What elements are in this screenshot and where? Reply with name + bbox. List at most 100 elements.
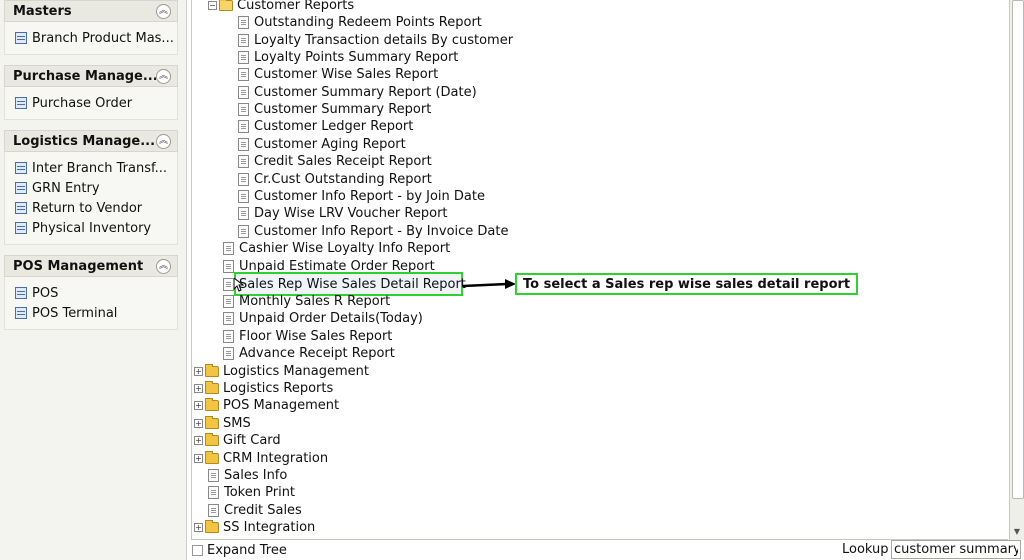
- tree-item-report[interactable]: Loyalty Points Summary Report: [238, 49, 458, 66]
- form-icon: [15, 32, 27, 44]
- document-icon: [238, 190, 249, 203]
- tree-item-report[interactable]: Advance Receipt Report: [223, 345, 395, 362]
- tree-node-label: SMS: [223, 416, 251, 431]
- expand-node-icon[interactable]: +: [194, 384, 203, 393]
- document-icon: [238, 225, 249, 238]
- tree-item-credit-sales[interactable]: Credit Sales: [208, 502, 302, 519]
- mouse-cursor-icon: [234, 278, 244, 292]
- scroll-down-icon[interactable]: ▼: [1011, 526, 1023, 538]
- tree-folder-crm-integration[interactable]: + CRM Integration: [194, 450, 328, 467]
- form-icon: [15, 202, 27, 214]
- form-icon: [15, 162, 27, 174]
- document-icon: [238, 120, 249, 133]
- expand-node-icon[interactable]: +: [194, 401, 203, 410]
- folder-icon: [205, 451, 219, 464]
- tree-node-label: Customer Aging Report: [254, 137, 406, 152]
- panel-header-pos[interactable]: POS Management ︽: [4, 255, 178, 277]
- tree-node-label: Customer Summary Report (Date): [254, 85, 477, 100]
- sidebar-item-label: Purchase Order: [32, 95, 133, 111]
- sidebar-item-branch-product-master[interactable]: Branch Product Mas...: [15, 28, 177, 48]
- tree-node-label: Gift Card: [223, 433, 281, 448]
- document-icon: [238, 51, 249, 64]
- vertical-scrollbar[interactable]: ▼: [1009, 0, 1024, 540]
- tree-item-report[interactable]: Customer Summary Report (Date): [238, 84, 477, 101]
- tree-item-report[interactable]: Cr.Cust Outstanding Report: [238, 171, 432, 188]
- folder-icon: [205, 364, 219, 377]
- panel-title: Masters: [13, 3, 72, 19]
- tree-item-report[interactable]: Credit Sales Receipt Report: [238, 153, 432, 170]
- panel-header-purchase[interactable]: Purchase Manage... ︽: [4, 65, 178, 87]
- collapse-icon[interactable]: ︽: [156, 68, 171, 84]
- tree-item-report[interactable]: Customer Info Report - By Invoice Date: [238, 223, 509, 240]
- tree-item-report[interactable]: Loyalty Transaction details By customer: [238, 32, 513, 49]
- tree-item-report[interactable]: Outstanding Redeem Points Report: [238, 14, 482, 31]
- form-icon: [15, 307, 27, 319]
- tree-node-label: Customer Info Report - by Join Date: [254, 189, 485, 204]
- tree-folder-customer-reports[interactable]: − Customer Reports: [208, 0, 354, 14]
- sidebar-item-grn-entry[interactable]: GRN Entry: [15, 178, 177, 198]
- expand-node-icon[interactable]: +: [194, 454, 203, 463]
- tree-item-report[interactable]: Customer Summary Report: [238, 101, 431, 118]
- tree-folder-sms[interactable]: + SMS: [194, 415, 251, 432]
- expand-node-icon[interactable]: +: [194, 367, 203, 376]
- tree-node-label: Credit Sales: [224, 503, 302, 518]
- tree-item-report[interactable]: Customer Ledger Report: [238, 118, 413, 135]
- sidebar-item-pos-terminal[interactable]: POS Terminal: [15, 303, 177, 323]
- sidebar-item-physical-inventory[interactable]: Physical Inventory: [15, 218, 177, 238]
- sidebar-item-label: POS: [32, 285, 59, 301]
- sidebar-item-return-to-vendor[interactable]: Return to Vendor: [15, 198, 177, 218]
- tree-item-sales-rep-wise-sales-detail-report[interactable]: Sales Rep Wise Sales Detail Report: [223, 276, 466, 293]
- expand-tree-label: Expand Tree: [207, 542, 287, 558]
- expand-node-icon[interactable]: +: [194, 436, 203, 445]
- lookup-input[interactable]: [891, 540, 1021, 559]
- panel-header-masters[interactable]: Masters ︽: [4, 0, 178, 22]
- tree-item-report[interactable]: Cashier Wise Loyalty Info Report: [223, 240, 450, 257]
- panel-title: Logistics Manage...: [13, 133, 156, 149]
- tree-item-report[interactable]: Customer Info Report - by Join Date: [238, 188, 485, 205]
- form-icon: [15, 222, 27, 234]
- collapse-icon[interactable]: ︽: [156, 258, 171, 274]
- tree-node-label: Loyalty Points Summary Report: [254, 50, 459, 65]
- document-icon: [223, 242, 234, 255]
- document-icon: [223, 312, 234, 325]
- document-icon: [238, 138, 249, 151]
- tree-node-label: Outstanding Redeem Points Report: [254, 15, 482, 30]
- tree-item-sales-info[interactable]: Sales Info: [208, 467, 287, 484]
- tree-item-report[interactable]: Unpaid Order Details(Today): [223, 310, 423, 327]
- tree-folder-gift-card[interactable]: + Gift Card: [194, 432, 281, 449]
- scrollbar-thumb[interactable]: [1012, 0, 1024, 499]
- tree-item-report[interactable]: Day Wise LRV Voucher Report: [238, 205, 448, 222]
- expand-tree-checkbox[interactable]: [192, 544, 203, 556]
- tree-item-report[interactable]: Floor Wise Sales Report: [223, 328, 392, 345]
- document-icon: [223, 330, 234, 343]
- tree-folder-pos-management[interactable]: + POS Management: [194, 397, 339, 414]
- document-icon: [238, 173, 249, 186]
- tree-node-label: SS Integration: [223, 520, 316, 535]
- tree-node-label: POS Management: [223, 398, 340, 413]
- folder-open-icon: [219, 0, 233, 11]
- tree-item-token-print[interactable]: Token Print: [208, 484, 295, 501]
- report-tree[interactable]: − Customer Reports Outstanding Redeem Po…: [191, 0, 1008, 540]
- tree-item-report[interactable]: Customer Aging Report: [238, 136, 406, 153]
- tree-item-report[interactable]: Customer Wise Sales Report: [238, 66, 438, 83]
- tree-folder-logistics-management[interactable]: + Logistics Management: [194, 363, 369, 380]
- sidebar-item-pos[interactable]: POS: [15, 283, 177, 303]
- tree-item-report[interactable]: Monthly Sales R Report: [223, 293, 390, 310]
- collapse-icon[interactable]: ︽: [156, 133, 171, 149]
- collapse-icon[interactable]: ︽: [156, 3, 171, 19]
- document-icon: [208, 486, 219, 499]
- collapse-node-icon[interactable]: −: [208, 1, 217, 10]
- expand-node-icon[interactable]: +: [194, 419, 203, 428]
- sidebar-item-inter-branch-transfer[interactable]: Inter Branch Transf...: [15, 158, 177, 178]
- tree-node-label: Cr.Cust Outstanding Report: [254, 172, 432, 187]
- tree-folder-ss-integration[interactable]: + SS Integration: [194, 519, 315, 536]
- tree-folder-logistics-reports[interactable]: + Logistics Reports: [194, 380, 333, 397]
- sidebar-item-purchase-order[interactable]: Purchase Order: [15, 93, 177, 113]
- sidebar-item-label: Branch Product Mas...: [32, 30, 174, 46]
- panel-header-logistics[interactable]: Logistics Manage... ︽: [4, 130, 178, 152]
- document-icon: [238, 155, 249, 168]
- tree-node-label: Floor Wise Sales Report: [239, 329, 393, 344]
- tree-node-label: Loyalty Transaction details By customer: [254, 33, 514, 48]
- expand-node-icon[interactable]: +: [194, 523, 203, 532]
- tree-node-label: CRM Integration: [223, 451, 329, 466]
